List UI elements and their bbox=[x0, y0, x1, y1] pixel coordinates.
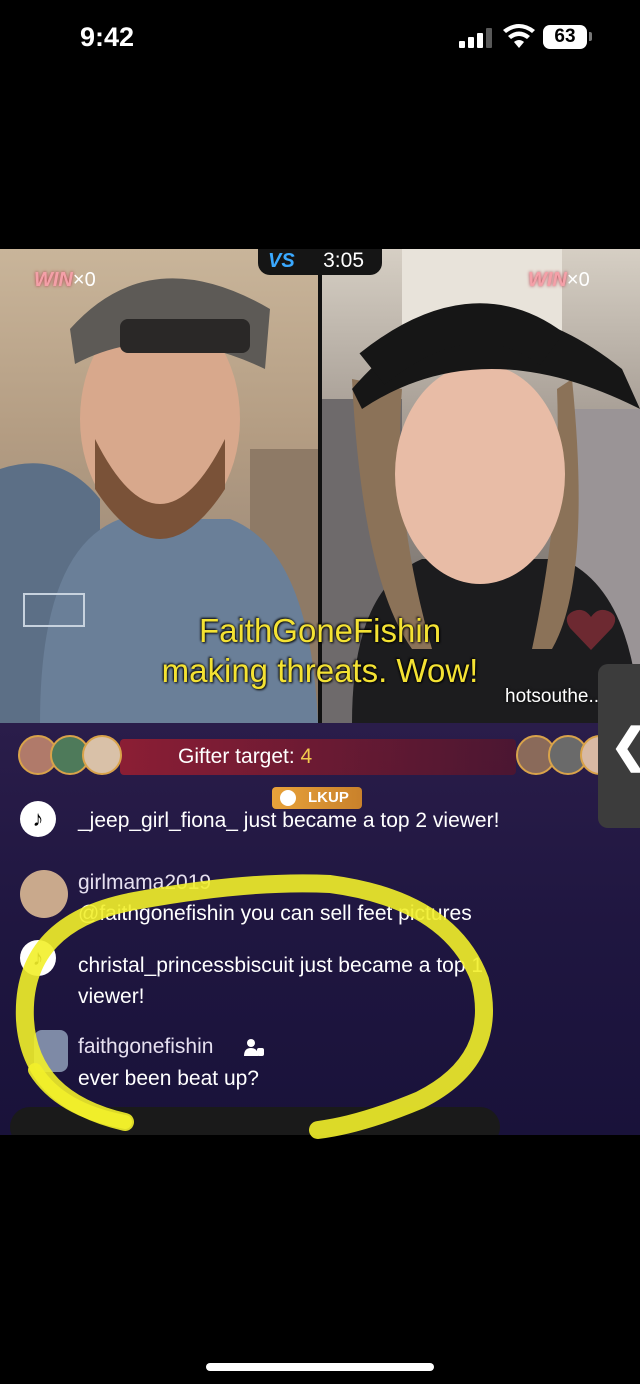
comment-text: @faithgonefishin you can sell feet pictu… bbox=[78, 902, 472, 925]
system-message-line-2: viewer! bbox=[78, 985, 145, 1008]
vs-icon: VS bbox=[268, 250, 295, 272]
opponent-host-name[interactable]: hotsouthe... bbox=[505, 686, 604, 708]
badge-label: LKUP bbox=[308, 789, 349, 806]
left-win-count: ×0 bbox=[72, 269, 96, 291]
home-indicator[interactable] bbox=[206, 1363, 434, 1371]
signal-icon bbox=[459, 28, 492, 48]
right-win-count: ×0 bbox=[566, 269, 590, 291]
gifter-target-text: Gifter target: bbox=[178, 745, 301, 768]
battery-nub bbox=[589, 32, 592, 41]
gifter-avatar[interactable] bbox=[82, 735, 122, 775]
comment-username[interactable]: faithgonefishin bbox=[78, 1035, 213, 1059]
comment-username[interactable]: girlmama2019 bbox=[78, 871, 211, 895]
chevron-left-icon[interactable]: ❮ bbox=[610, 718, 640, 772]
right-win-counter: WIN×0 bbox=[528, 269, 590, 292]
battle-timer-value: 3:05 bbox=[323, 249, 364, 272]
battle-timer: VS 3:05 bbox=[258, 249, 382, 275]
tiktok-icon: ♪ bbox=[20, 940, 56, 976]
tiktok-icon: ♪ bbox=[20, 801, 56, 837]
gem-icon bbox=[280, 790, 296, 806]
heart-icon[interactable] bbox=[566, 608, 616, 652]
user-level-badge: LKUP bbox=[272, 787, 362, 809]
commenter-avatar[interactable] bbox=[20, 870, 68, 918]
below-video-area bbox=[0, 1135, 640, 1384]
gifter-target-value: 4 bbox=[300, 745, 313, 768]
right-win-label: WIN bbox=[528, 269, 567, 291]
wifi-icon bbox=[503, 24, 535, 48]
moderator-icon bbox=[244, 1039, 264, 1056]
left-win-label: WIN bbox=[34, 269, 73, 291]
system-message-line-1: christal_princessbiscuit just became a t… bbox=[78, 954, 484, 977]
caption-line-2: making threats. Wow! bbox=[161, 652, 479, 689]
status-time: 9:42 bbox=[80, 22, 135, 52]
commenter-avatar[interactable] bbox=[34, 1030, 68, 1072]
comment-text: ever been beat up? bbox=[78, 1067, 259, 1090]
gifter-target-label: Gifter target: 4 bbox=[178, 745, 312, 769]
system-message: _jeep_girl_fiona_ just became a top 2 vi… bbox=[78, 809, 500, 832]
left-win-counter: WIN×0 bbox=[34, 269, 96, 292]
battery-indicator: 63 bbox=[543, 25, 587, 49]
caption-line-1: FaithGoneFishin bbox=[198, 612, 442, 649]
